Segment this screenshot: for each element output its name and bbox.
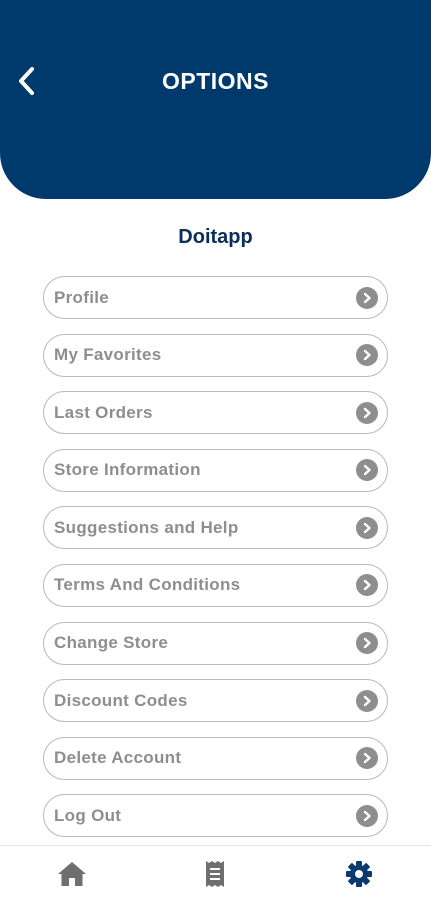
- chevron-right-circle-icon: [356, 344, 378, 367]
- menu-item-label: My Favorites: [54, 345, 162, 365]
- header-bar: OPTIONS: [0, 0, 431, 199]
- chevron-right-circle-icon: [356, 286, 378, 309]
- menu-item-label: Delete Account: [54, 748, 182, 768]
- menu-item-label: Change Store: [54, 633, 169, 653]
- chevron-right-circle-icon: [356, 689, 378, 712]
- bottom-nav: [0, 845, 431, 900]
- menu-item-log-out[interactable]: Log Out: [43, 794, 388, 838]
- home-icon: [58, 861, 86, 886]
- menu-item-delete-account[interactable]: Delete Account: [43, 736, 388, 780]
- menu-item-label: Log Out: [54, 805, 122, 825]
- receipt-icon: [206, 860, 224, 887]
- chevron-right-circle-icon: [356, 747, 378, 770]
- menu-item-change-store[interactable]: Change Store: [43, 621, 388, 665]
- chevron-right-circle-icon: [356, 516, 378, 539]
- chevron-right-circle-icon: [356, 574, 378, 597]
- menu-item-discount-codes[interactable]: Discount Codes: [43, 679, 388, 723]
- store-name: Doitapp: [178, 226, 253, 248]
- gear-icon: [346, 860, 372, 887]
- menu-item-label: Terms And Conditions: [54, 575, 241, 595]
- chevron-right-circle-icon: [356, 632, 378, 655]
- chevron-right-circle-icon: [356, 459, 378, 482]
- menu-item-label: Store Information: [54, 460, 201, 480]
- options-menu: Profile My Favorites Last Orders Store I…: [43, 276, 388, 852]
- menu-item-last-orders[interactable]: Last Orders: [43, 391, 388, 435]
- nav-home-button[interactable]: [42, 846, 102, 900]
- nav-settings-button[interactable]: [329, 846, 389, 900]
- menu-item-store-information[interactable]: Store Information: [43, 448, 388, 492]
- menu-item-suggestions-and-help[interactable]: Suggestions and Help: [43, 506, 388, 550]
- menu-item-terms-and-conditions[interactable]: Terms And Conditions: [43, 563, 388, 607]
- menu-item-profile[interactable]: Profile: [43, 276, 388, 319]
- nav-orders-button[interactable]: [185, 846, 245, 900]
- menu-item-my-favorites[interactable]: My Favorites: [43, 333, 388, 377]
- chevron-right-circle-icon: [356, 804, 378, 827]
- page-title: OPTIONS: [161, 68, 269, 94]
- menu-item-label: Last Orders: [54, 402, 153, 422]
- menu-item-label: Profile: [54, 287, 110, 307]
- menu-item-label: Suggestions and Help: [54, 517, 239, 537]
- menu-item-label: Discount Codes: [54, 690, 188, 710]
- chevron-right-circle-icon: [356, 401, 378, 424]
